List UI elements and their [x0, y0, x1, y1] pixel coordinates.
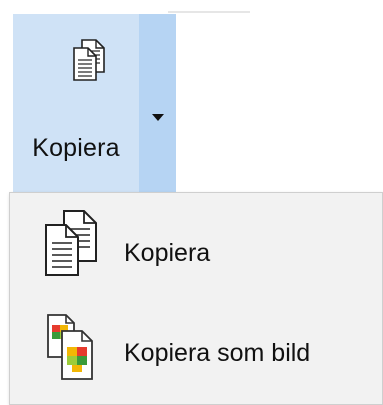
menu-item-copy-as-picture-label: Kopiera som bild [124, 339, 311, 367]
menu-item-copy[interactable]: Kopiera [10, 199, 382, 299]
caret-down-icon [152, 114, 164, 121]
divider [168, 11, 250, 13]
menu-item-copy-label: Kopiera [124, 239, 211, 267]
copy-icon [40, 207, 104, 279]
menu-item-copy-as-picture[interactable]: Kopiera som bild [10, 303, 382, 403]
copy-button-label: Kopiera [32, 134, 120, 162]
copy-dropdown-arrow-button[interactable] [139, 14, 176, 192]
copy-as-picture-icon [40, 311, 104, 383]
copy-button[interactable]: Kopiera [13, 14, 139, 192]
copy-split-button-with-menu: Kopiera Kopiera Kopiera som bild [0, 0, 383, 405]
copy-icon [66, 36, 114, 84]
copy-dropdown-menu: Kopiera Kopiera som bild [9, 192, 383, 405]
